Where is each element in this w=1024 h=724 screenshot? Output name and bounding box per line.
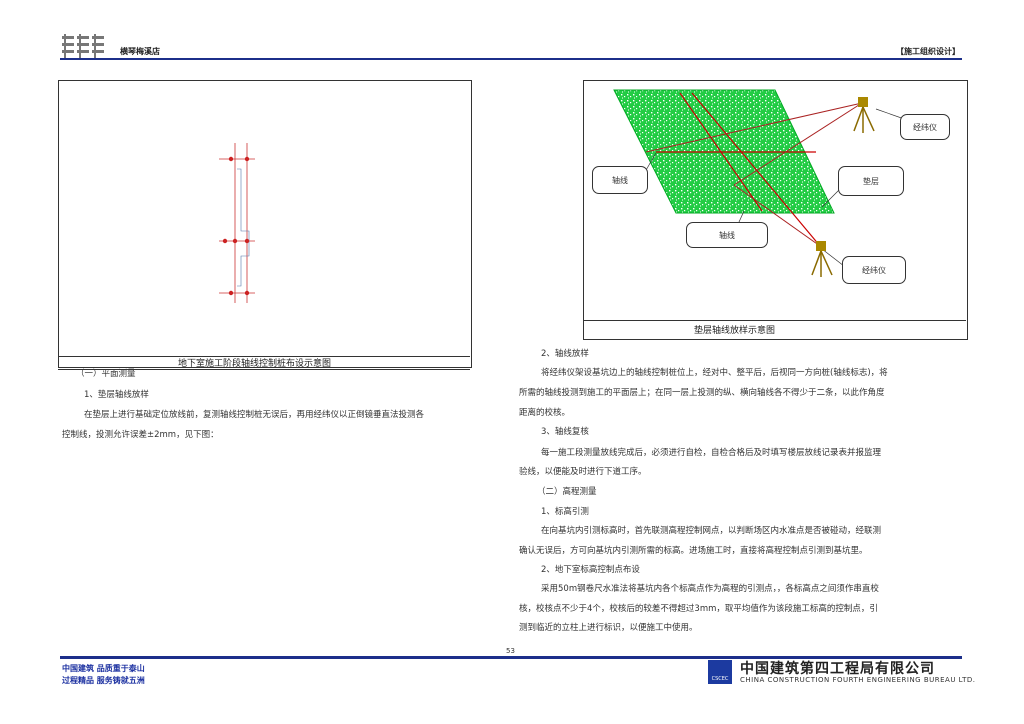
label-theodolite-top: 经纬仪 xyxy=(900,114,950,140)
header-company: 横琴梅溪店 xyxy=(120,47,160,56)
h2-line2: 核，校核点不少于4个，校核后的较差不得超过3mm，取平均值作为该段施工标高的控制… xyxy=(519,604,878,614)
right-figure-caption: 垫层轴线放样示意图 xyxy=(694,326,776,336)
header-logo xyxy=(62,34,108,60)
h2-line3: 测到临近的立柱上进行标识，以便施工中使用。 xyxy=(519,623,698,633)
h2-title: 2、地下室标高控制点布设 xyxy=(541,565,640,575)
left-item1-line1: 在垫层上进行基础定位放线前，复测轴线控制桩无误后，再用经纬仪以正倒镜垂直法投测各 xyxy=(84,410,425,420)
item3-line1: 每一施工段测量放线完成后，必须进行自检，自检合格后及时填写楼层放线记录表并报监理 xyxy=(541,448,882,458)
h1-line1: 在向基坑内引测标高时，首先联测高程控制网点，以判断场区内水准点是否被碰动，经联测 xyxy=(541,526,882,536)
cscec-logo-icon: CSCEC xyxy=(708,660,732,684)
item2-line2: 所需的轴线投测到施工的平面层上；在同一层上投测的纵、横向轴线各不得少于二条，以此… xyxy=(519,388,885,398)
left-figure-caption: 地下室施工阶段轴线控制桩布设示意图 xyxy=(178,359,332,369)
label-cushion: 垫层 xyxy=(838,166,904,196)
item2-line1: 将经纬仪架设基坑边上的轴线控制桩位上，经对中、整平后，后视同一方向桩(轴线标志)… xyxy=(541,368,888,378)
h1-line2: 确认无误后，方可向基坑内引测所需的标高。进场施工时，直接将高程控制点引测到基坑里… xyxy=(519,546,868,556)
label-axis-left: 轴线 xyxy=(592,166,648,194)
item2-title: 2、轴线放样 xyxy=(541,349,589,359)
cscec-logo-text: CSCEC xyxy=(711,676,729,682)
left-figure-frame xyxy=(58,80,472,368)
company-logo-icon xyxy=(62,34,104,58)
label-theodolite-bottom: 经纬仪 xyxy=(842,256,906,284)
item2-line3: 距离的校核。 xyxy=(519,408,571,418)
page-number: 53 xyxy=(506,647,515,655)
item3-title: 3、轴线复核 xyxy=(541,427,589,437)
header-rule xyxy=(60,58,962,60)
h2-line1: 采用50m钢卷尺水准法将基坑内各个标高点作为高程的引测点，，各标高点之间须作串直… xyxy=(541,584,879,594)
footer-slogan-2: 过程精品 服务铸就五洲 xyxy=(62,676,145,685)
section2-title: （二）高程测量 xyxy=(537,487,597,497)
header-doc-type: 【施工组织设计】 xyxy=(896,47,960,56)
theodolite-bottom-icon xyxy=(811,241,833,277)
h1-title: 1、标高引测 xyxy=(541,507,589,517)
item3-line2: 验线，以便能及时进行下道工序。 xyxy=(519,467,647,477)
label-axis-bottom: 轴线 xyxy=(686,222,768,248)
theodolite-top-icon xyxy=(853,97,875,133)
footer-slogan-1: 中国建筑 品质重于泰山 xyxy=(62,664,145,673)
control-pile-diagram xyxy=(219,143,255,303)
left-section-title: （一）平面测量 xyxy=(76,369,136,379)
left-item1-line2: 控制线，投测允许误差±2mm，见下图： xyxy=(62,430,219,440)
footer-company-cn: 中国建筑第四工程局有限公司 xyxy=(740,661,935,677)
left-item1-title: 1、垫层轴线放样 xyxy=(84,390,149,400)
footer-company-en: CHINA CONSTRUCTION FOURTH ENGINEERING BU… xyxy=(740,676,976,684)
